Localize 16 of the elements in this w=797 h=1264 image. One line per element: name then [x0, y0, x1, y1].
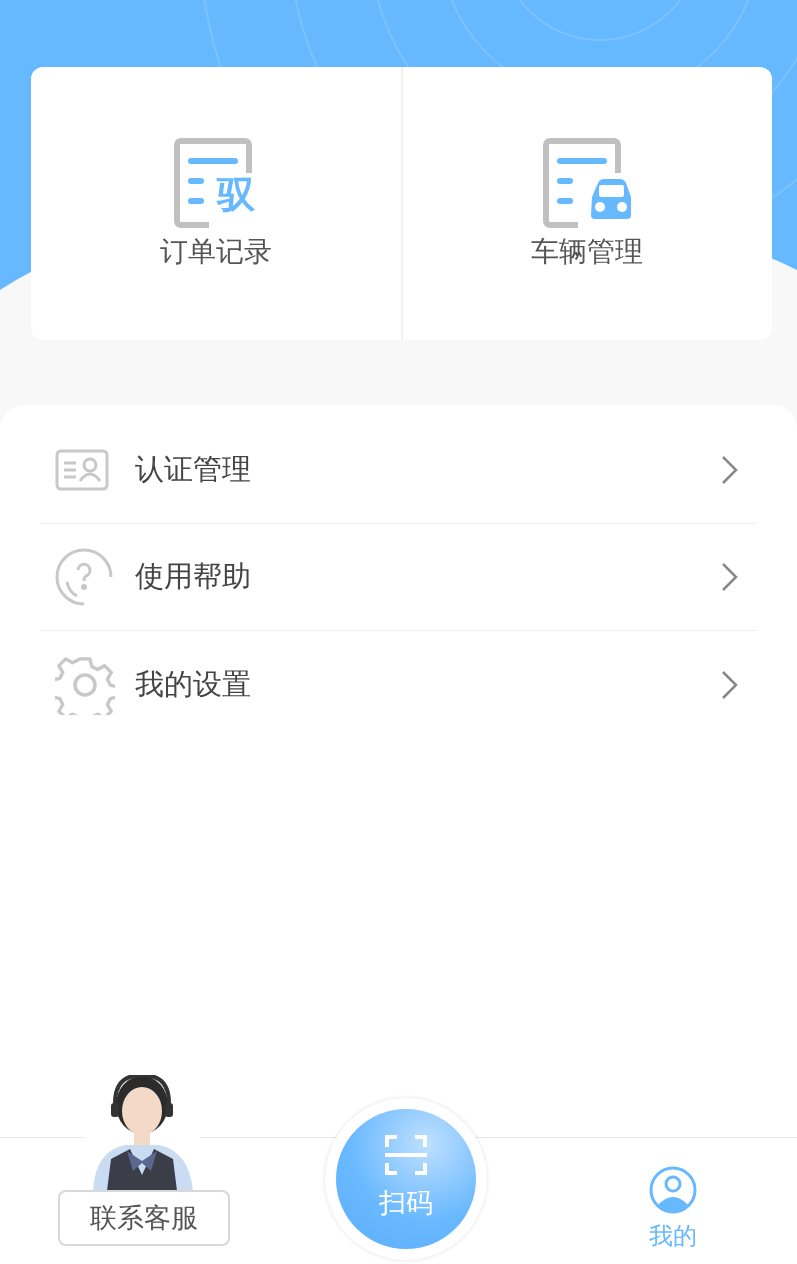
shortcut-item[interactable]: 车辆管理	[400, 67, 772, 340]
document-car-icon	[542, 137, 633, 229]
chevron-right-icon	[720, 455, 738, 485]
profile-icon	[649, 1166, 697, 1214]
menu-item[interactable]: 我的设置	[41, 631, 756, 738]
icon-glyph: 驭	[216, 175, 255, 213]
chevron-right-icon	[720, 669, 738, 700]
menu-item[interactable]: 使用帮助	[41, 524, 756, 631]
help-icon	[55, 548, 113, 606]
contact-service-button[interactable]: 联系客服	[58, 1190, 230, 1246]
scan-icon	[385, 1134, 427, 1175]
settings-icon	[55, 654, 115, 715]
shortcut-item[interactable]: 驭 订单记录	[31, 67, 401, 340]
id-card-icon	[55, 449, 109, 491]
menu-item[interactable]: 认证管理	[41, 417, 756, 524]
chevron-right-icon	[720, 562, 738, 592]
